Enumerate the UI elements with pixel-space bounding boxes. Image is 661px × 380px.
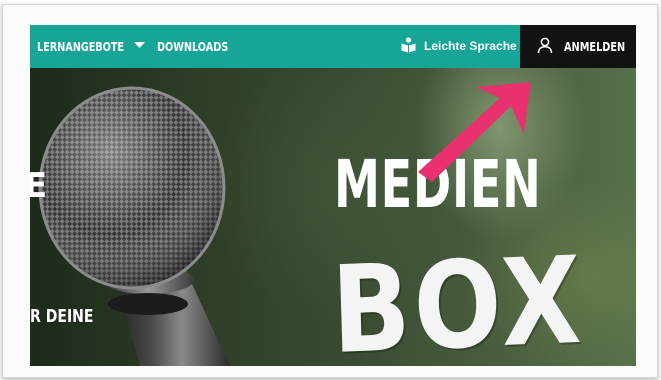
- login-label: ANMELDEN: [564, 39, 626, 54]
- leichte-sprache-label: Leichte Sprache: [424, 39, 517, 53]
- hero-partial-text: R DEINE: [30, 306, 94, 327]
- hero-title-medien: MEDIEN: [334, 146, 542, 223]
- user-icon: [537, 37, 553, 54]
- chevron-down-icon[interactable]: [134, 41, 145, 49]
- hero-partial-letter: E: [30, 166, 48, 206]
- hero-title-box: BOX: [329, 231, 587, 366]
- nav-lernangebote[interactable]: LERNANGEBOTE: [37, 25, 124, 68]
- top-navigation: LERNANGEBOTE DOWNLOADS Leichte Sprache A…: [30, 25, 636, 68]
- login-button[interactable]: ANMELDEN: [520, 25, 636, 68]
- nav-downloads[interactable]: DOWNLOADS: [157, 25, 228, 68]
- book-reader-icon: [401, 37, 416, 53]
- hero-banner: E R DEINE MEDIEN BOX: [30, 68, 636, 366]
